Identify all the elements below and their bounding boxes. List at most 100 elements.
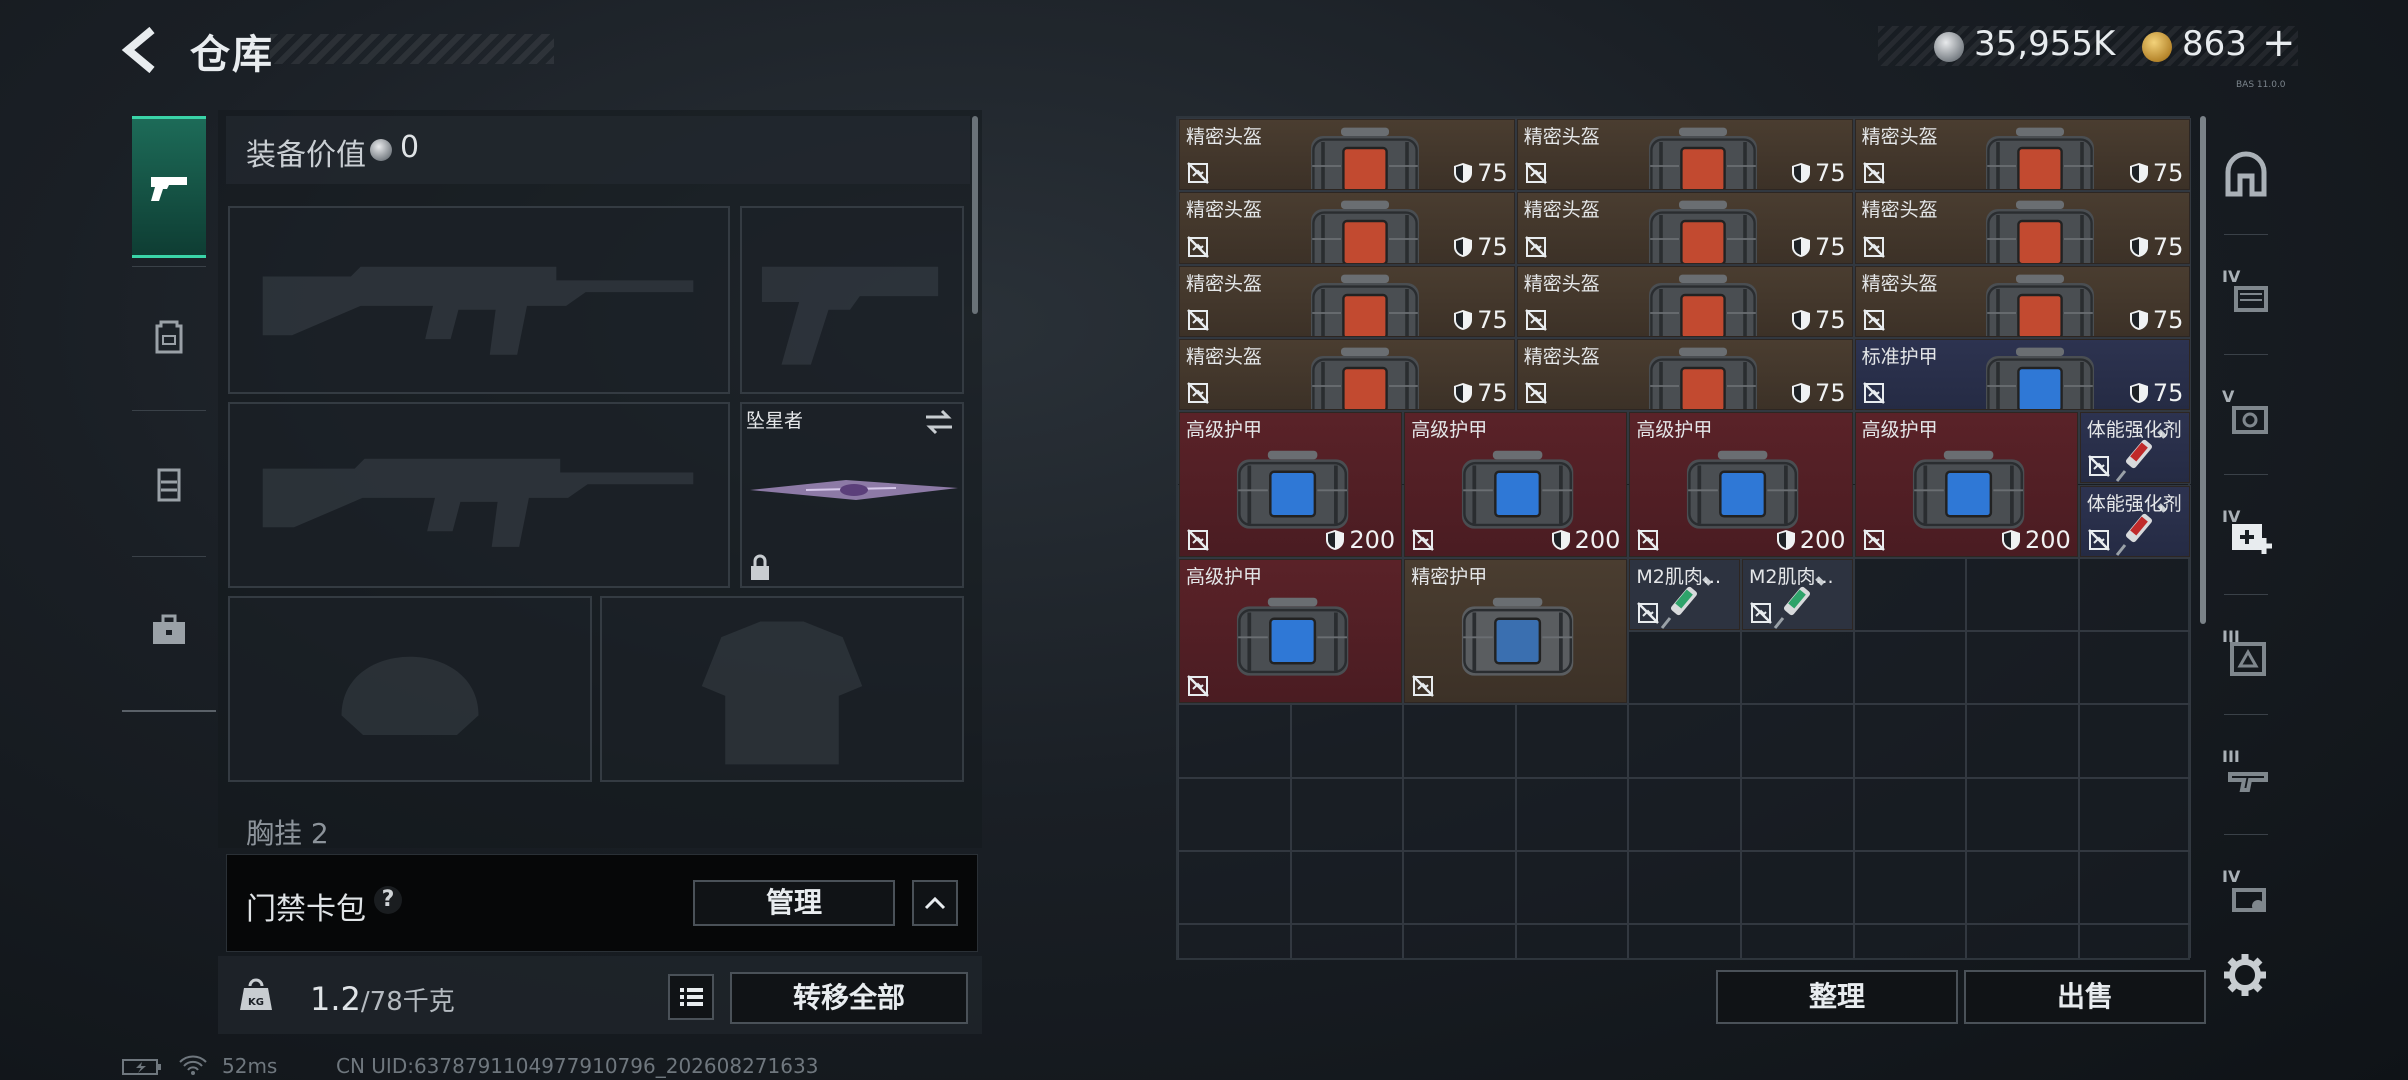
gear-icon[interactable] <box>2220 950 2270 1000</box>
stash-cell[interactable] <box>1741 851 1854 925</box>
silver-coin-icon <box>1934 32 1964 62</box>
stash-scrollbar[interactable] <box>2200 116 2206 624</box>
stash-cell[interactable] <box>1403 777 1516 851</box>
swap-icon[interactable] <box>922 408 956 436</box>
stash-item[interactable]: 体能强化剂 <box>2079 485 2191 557</box>
stash-item[interactable]: 精密头盔 75 <box>1854 192 2191 264</box>
primary-weapon-slot[interactable] <box>228 206 730 394</box>
stash-cell[interactable] <box>2078 924 2192 958</box>
stash-tab[interactable]: III <box>2216 744 2276 804</box>
stash-cell[interactable] <box>1966 851 2079 925</box>
stash-cell[interactable] <box>1853 631 1967 705</box>
stash-cell[interactable] <box>1741 631 1854 705</box>
stash-item[interactable]: 体能强化剂 <box>2079 412 2191 484</box>
stash-cell[interactable] <box>1403 924 1516 958</box>
stash-cell[interactable] <box>1178 851 1291 925</box>
armor-slot[interactable] <box>600 596 964 782</box>
stash-item[interactable]: 高级护甲 200 <box>1854 412 2078 557</box>
stash-item[interactable]: 标准护甲 75 <box>1854 338 2191 411</box>
transfer-all-button[interactable]: 转移全部 <box>730 972 968 1024</box>
stash-cell[interactable] <box>1853 924 1967 958</box>
stash-item[interactable]: M2肌肉... <box>1629 558 1740 631</box>
list-view-button[interactable] <box>668 974 714 1020</box>
secondary-weapon-slot[interactable] <box>228 402 730 588</box>
stash-cell[interactable] <box>1853 777 1967 851</box>
stash-item[interactable]: M2肌肉... <box>1742 558 1853 631</box>
stash-item[interactable]: 精密头盔 75 <box>1516 192 1853 264</box>
melee-weapon-slot[interactable]: 坠星者 <box>740 402 964 588</box>
stash-cell[interactable] <box>2078 557 2192 632</box>
stash-cell[interactable] <box>1966 704 2079 778</box>
stash-cell[interactable] <box>1290 777 1404 851</box>
stash-item[interactable]: 精密头盔 75 <box>1516 265 1853 337</box>
manage-button[interactable]: 管理 <box>693 880 895 926</box>
stash-cell[interactable] <box>2078 704 2192 778</box>
stash-cell[interactable] <box>1741 777 1854 851</box>
stash-item[interactable]: 高级护甲 200 <box>1404 412 1628 557</box>
sort-button[interactable]: 整理 <box>1716 970 1958 1024</box>
stash-cell[interactable] <box>1515 777 1629 851</box>
back-button[interactable] <box>118 22 168 78</box>
stash-cell[interactable] <box>1628 924 1741 958</box>
stash-cell[interactable] <box>1178 704 1291 778</box>
add-currency-button[interactable]: + <box>2262 20 2296 66</box>
collapse-button[interactable] <box>912 880 958 926</box>
stash-cell[interactable] <box>1178 924 1291 958</box>
stash-item[interactable]: 高级护甲 <box>1179 558 1403 704</box>
stash-cell[interactable] <box>1628 851 1741 925</box>
stash-cell[interactable] <box>1515 704 1629 778</box>
stash-tab[interactable] <box>2216 144 2276 204</box>
stash-item[interactable]: 高级护甲 200 <box>1629 412 1853 557</box>
stash-cell[interactable] <box>2078 851 2192 925</box>
stash-item[interactable]: 精密头盔 75 <box>1516 119 1853 191</box>
stash-tab[interactable]: IV <box>2216 504 2276 564</box>
stash-cell[interactable] <box>1628 704 1741 778</box>
stash-cell[interactable] <box>1966 557 2079 632</box>
tab-backpack[interactable] <box>122 264 216 408</box>
stash-cell[interactable] <box>1853 851 1967 925</box>
stash-tab[interactable]: V <box>2216 384 2276 444</box>
ping-readout: 52ms <box>222 1054 278 1078</box>
stash-cell[interactable] <box>2078 631 2192 705</box>
stash-cell[interactable] <box>1628 631 1741 705</box>
stash-cell[interactable] <box>1178 777 1291 851</box>
stash-item[interactable]: 精密头盔 75 <box>1179 338 1515 411</box>
stash-item[interactable]: 精密头盔 75 <box>1179 265 1515 337</box>
tab-briefcase[interactable] <box>122 558 216 702</box>
stash-item[interactable]: 高级护甲 200 <box>1179 412 1403 557</box>
stash-tab[interactable]: III <box>2216 624 2276 684</box>
stash-cell[interactable] <box>1966 777 2079 851</box>
equipment-scrollbar[interactable] <box>972 116 978 314</box>
stash-cell[interactable] <box>1290 924 1404 958</box>
tab-divider <box>2224 834 2268 835</box>
sidearm-slot[interactable] <box>740 206 964 394</box>
tab-weapons[interactable] <box>132 116 206 258</box>
stash-cell[interactable] <box>2078 777 2192 851</box>
stash-cell[interactable] <box>1290 851 1404 925</box>
stash-tab[interactable]: IV <box>2216 864 2276 924</box>
stash-cell[interactable] <box>1515 851 1629 925</box>
stash-cell[interactable] <box>1290 704 1404 778</box>
stash-item[interactable]: 精密头盔 75 <box>1516 338 1853 411</box>
stash-item[interactable]: 精密头盔 75 <box>1179 192 1515 264</box>
stash-cell[interactable] <box>1966 631 2079 705</box>
sell-button[interactable]: 出售 <box>1964 970 2206 1024</box>
item-value: 75 <box>2129 379 2183 407</box>
stash-tab[interactable]: IV <box>2216 264 2276 324</box>
stash-cell[interactable] <box>1403 851 1516 925</box>
stash-item[interactable]: 精密护甲 <box>1404 558 1628 704</box>
stash-cell[interactable] <box>1853 704 1967 778</box>
help-icon[interactable]: ? <box>374 886 402 914</box>
stash-cell[interactable] <box>1853 557 1967 632</box>
stash-cell[interactable] <box>1741 704 1854 778</box>
stash-cell[interactable] <box>1741 924 1854 958</box>
stash-item[interactable]: 精密头盔 75 <box>1179 119 1515 191</box>
stash-cell[interactable] <box>1515 924 1629 958</box>
tab-vest[interactable] <box>122 412 216 556</box>
stash-item[interactable]: 精密头盔 75 <box>1854 265 2191 337</box>
stash-cell[interactable] <box>1403 704 1516 778</box>
stash-item[interactable]: 精密头盔 75 <box>1854 119 2191 191</box>
stash-cell[interactable] <box>1628 777 1741 851</box>
stash-cell[interactable] <box>1966 924 2079 958</box>
helmet-slot[interactable] <box>228 596 592 782</box>
